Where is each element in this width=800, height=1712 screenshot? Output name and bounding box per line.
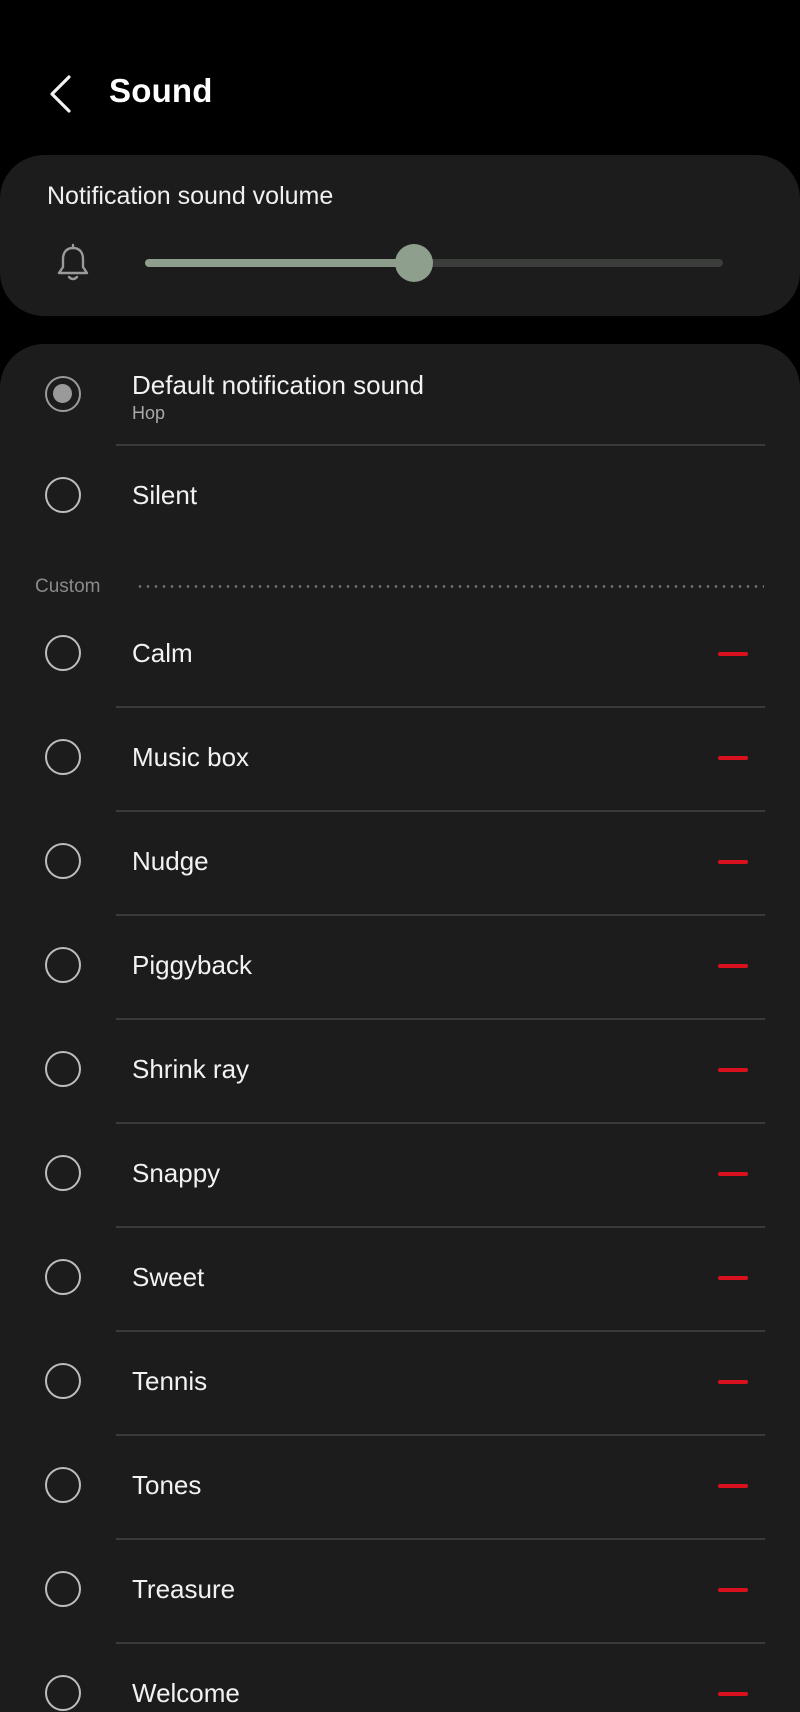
radio-button[interactable] — [45, 1259, 81, 1295]
remove-icon[interactable] — [716, 1471, 750, 1501]
remove-icon[interactable] — [716, 1159, 750, 1189]
sound-list-card: Default notification sound Hop Silent Cu… — [0, 344, 800, 1712]
custom-sound-row[interactable]: Shrink ray — [0, 1020, 800, 1124]
radio-button[interactable] — [45, 1363, 81, 1399]
custom-sound-label: Music box — [132, 742, 250, 772]
radio-button[interactable] — [45, 1155, 81, 1191]
header: Sound — [0, 0, 800, 150]
volume-slider[interactable] — [145, 244, 723, 282]
radio-button[interactable] — [45, 947, 81, 983]
volume-slider-thumb[interactable] — [395, 244, 433, 282]
bell-icon — [57, 243, 89, 281]
radio-button[interactable] — [45, 477, 81, 513]
radio-button[interactable] — [45, 1467, 81, 1503]
custom-sound-label: Welcome — [132, 1678, 240, 1708]
radio-dot — [53, 384, 72, 403]
custom-sound-row[interactable]: Treasure — [0, 1540, 800, 1644]
custom-sound-row[interactable]: Nudge — [0, 812, 800, 916]
custom-sound-row[interactable]: Sweet — [0, 1228, 800, 1332]
custom-sound-label: Shrink ray — [132, 1054, 250, 1084]
custom-sound-label: Tones — [132, 1470, 202, 1500]
remove-icon[interactable] — [716, 1263, 750, 1293]
sound-settings-screen: Sound Notification sound volume Default … — [0, 0, 800, 1712]
minus-icon — [718, 1484, 748, 1488]
radio-button[interactable] — [45, 1051, 81, 1087]
custom-sound-row[interactable]: Tones — [0, 1436, 800, 1540]
radio-button[interactable] — [45, 635, 81, 671]
option-default-notification-sound[interactable]: Default notification sound Hop — [0, 344, 800, 448]
custom-sound-row[interactable]: Tennis — [0, 1332, 800, 1436]
volume-slider-fill — [145, 259, 414, 267]
remove-icon[interactable] — [716, 743, 750, 773]
remove-icon[interactable] — [716, 1367, 750, 1397]
radio-button[interactable] — [45, 1675, 81, 1711]
custom-sound-row[interactable]: Piggyback — [0, 916, 800, 1020]
option-label: Default notification sound — [132, 370, 424, 400]
option-label: Silent — [132, 480, 198, 510]
minus-icon — [718, 1692, 748, 1696]
custom-sound-label: Snappy — [132, 1158, 221, 1188]
minus-icon — [718, 964, 748, 968]
option-sublabel: Hop — [132, 403, 166, 423]
custom-sound-label: Tennis — [132, 1366, 208, 1396]
remove-icon[interactable] — [716, 951, 750, 981]
option-silent[interactable]: Silent — [0, 448, 800, 552]
minus-icon — [718, 652, 748, 656]
radio-button[interactable] — [45, 739, 81, 775]
minus-icon — [718, 1172, 748, 1176]
custom-sound-row[interactable]: Calm — [0, 604, 800, 708]
remove-icon[interactable] — [716, 847, 750, 877]
custom-sound-row[interactable]: Music box — [0, 708, 800, 812]
custom-sound-label: Nudge — [132, 846, 209, 876]
custom-sound-label: Piggyback — [132, 950, 252, 980]
custom-sound-label: Treasure — [132, 1574, 236, 1604]
radio-button[interactable] — [45, 843, 81, 879]
radio-button-selected[interactable] — [45, 376, 81, 412]
section-header-custom: Custom — [35, 576, 101, 597]
minus-icon — [718, 860, 748, 864]
minus-icon — [718, 1276, 748, 1280]
section-divider-dots — [136, 585, 764, 588]
remove-icon[interactable] — [716, 1575, 750, 1605]
minus-icon — [718, 1588, 748, 1592]
minus-icon — [718, 756, 748, 760]
volume-label: Notification sound volume — [47, 182, 334, 210]
minus-icon — [718, 1068, 748, 1072]
volume-card: Notification sound volume — [0, 155, 800, 316]
custom-sound-row[interactable]: Welcome — [0, 1644, 800, 1712]
custom-sound-label: Calm — [132, 638, 193, 668]
custom-sound-row[interactable]: Snappy — [0, 1124, 800, 1228]
page-title: Sound — [109, 72, 213, 109]
radio-button[interactable] — [45, 1571, 81, 1607]
minus-icon — [718, 1380, 748, 1384]
remove-icon[interactable] — [716, 639, 750, 669]
remove-icon[interactable] — [716, 1679, 750, 1709]
remove-icon[interactable] — [716, 1055, 750, 1085]
divider — [116, 444, 765, 446]
chevron-left-icon — [50, 75, 71, 113]
back-button[interactable] — [36, 66, 84, 122]
custom-sound-label: Sweet — [132, 1262, 205, 1292]
